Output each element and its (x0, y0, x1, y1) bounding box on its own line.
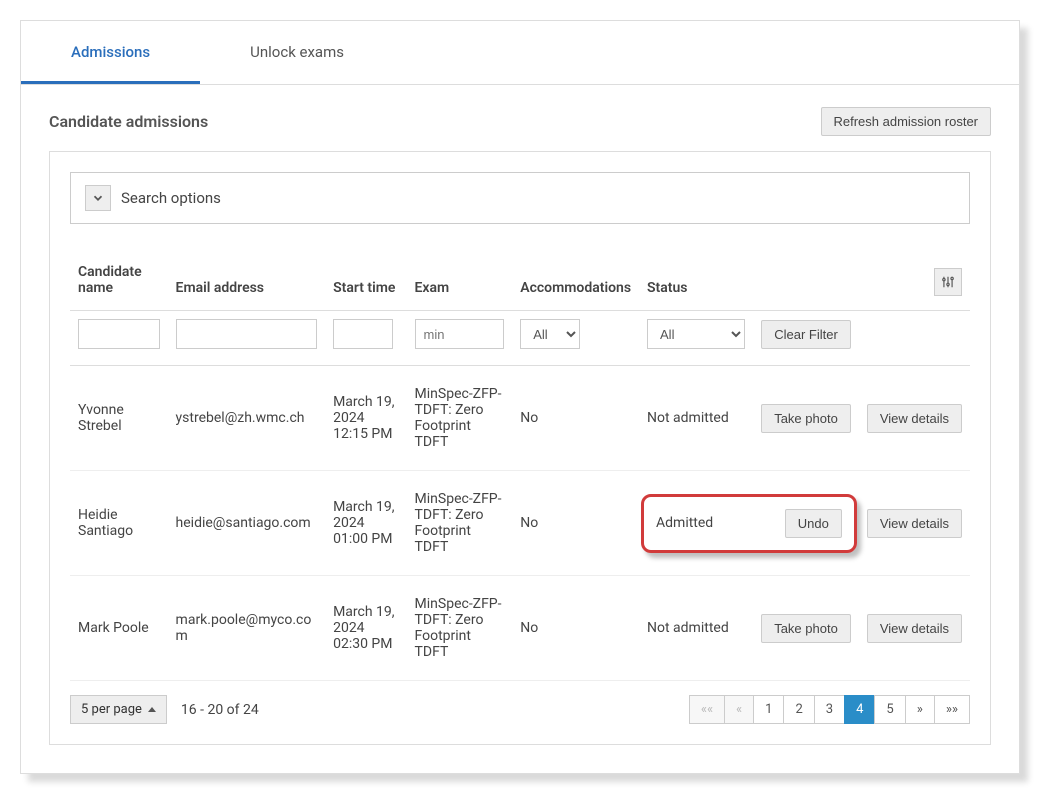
cell-email: ystrebel@zh.wmc.ch (168, 366, 326, 471)
filter-start-input[interactable] (333, 319, 393, 349)
cell-accom: No (512, 366, 639, 471)
filter-name-input[interactable] (78, 319, 160, 349)
section-title: Candidate admissions (49, 112, 208, 131)
cell-exam: MinSpec-ZFP-TDFT: Zero Footprint TDFT (407, 471, 513, 576)
view-details-button[interactable]: View details (867, 404, 962, 433)
cell-action: Take photo (753, 366, 859, 471)
page-next[interactable]: » (905, 695, 935, 724)
header-status[interactable]: Status (639, 254, 753, 311)
cell-email: heidie@santiago.com (168, 471, 326, 576)
chevron-down-icon (91, 191, 105, 205)
cell-name: Yvonne Strebel (70, 366, 168, 471)
page-5[interactable]: 5 (874, 695, 905, 724)
table-row: Yvonne Strebelystrebel@zh.wmc.chMarch 19… (70, 366, 970, 471)
admissions-panel: Admissions Unlock exams Candidate admiss… (20, 20, 1020, 774)
caret-up-icon (148, 707, 156, 712)
cell-email: mark.poole@myco.com (168, 576, 326, 681)
view-details-button[interactable]: View details (867, 509, 962, 538)
page-3[interactable]: 3 (814, 695, 845, 724)
clear-filter-button[interactable]: Clear Filter (761, 320, 851, 349)
tab-admissions[interactable]: Admissions (21, 21, 200, 84)
cell-name: Heidie Santiago (70, 471, 168, 576)
cell-status: Not admitted (639, 366, 753, 471)
cell-accom: No (512, 576, 639, 681)
cell-status-highlighted: Admitted Undo (639, 471, 859, 576)
cell-action: View details (859, 576, 970, 681)
take-photo-button[interactable]: Take photo (761, 404, 851, 433)
filter-row: All All Clear Filter (70, 311, 970, 366)
view-details-button[interactable]: View details (867, 614, 962, 643)
header-start[interactable]: Start time (325, 254, 406, 311)
undo-button[interactable]: Undo (785, 509, 842, 538)
status-text: Admitted (656, 515, 713, 531)
page-1[interactable]: 1 (753, 695, 784, 724)
cell-exam: MinSpec-ZFP-TDFT: Zero Footprint TDFT (407, 576, 513, 681)
cell-start: March 19, 2024 02:30 PM (325, 576, 406, 681)
cell-accom: No (512, 471, 639, 576)
filter-email-input[interactable] (176, 319, 318, 349)
table-row: Heidie Santiagoheidie@santiago.comMarch … (70, 471, 970, 576)
header-accom[interactable]: Accommodations (512, 254, 639, 311)
cell-start: March 19, 2024 12:15 PM (325, 366, 406, 471)
admissions-table: Candidate name Email address Start time … (70, 254, 970, 681)
take-photo-button[interactable]: Take photo (761, 614, 851, 643)
page-prev: « (724, 695, 754, 724)
table-row: Mark Poolemark.poole@myco.comMarch 19, 2… (70, 576, 970, 681)
page-2[interactable]: 2 (783, 695, 814, 724)
page-last[interactable]: »» (934, 695, 970, 724)
filter-accom-select[interactable]: All (520, 319, 580, 349)
pagination: «««12345»»» (690, 695, 970, 724)
search-options-toggle[interactable] (85, 185, 111, 211)
cell-action: View details (859, 471, 970, 576)
filter-exam-input[interactable] (415, 319, 505, 349)
per-page-dropdown[interactable]: 5 per page (70, 695, 167, 724)
cell-action: Take photo (753, 576, 859, 681)
page-first: «« (689, 695, 725, 724)
range-text: 16 - 20 of 24 (181, 702, 259, 718)
header-email[interactable]: Email address (168, 254, 326, 311)
section-header: Candidate admissions Refresh admission r… (21, 85, 1019, 151)
table-footer: 5 per page 16 - 20 of 24 «««12345»»» (70, 687, 970, 724)
tabs-bar: Admissions Unlock exams (21, 21, 1019, 85)
tab-unlock-exams[interactable]: Unlock exams (200, 21, 394, 84)
cell-status: Not admitted (639, 576, 753, 681)
filter-status-select[interactable]: All (647, 319, 745, 349)
sliders-icon (941, 275, 955, 289)
status-highlight-box: Admitted Undo (641, 494, 857, 553)
search-options-panel: Search options (70, 172, 970, 224)
cell-name: Mark Poole (70, 576, 168, 681)
page-4[interactable]: 4 (844, 695, 875, 724)
per-page-label: 5 per page (81, 702, 142, 717)
header-name[interactable]: Candidate name (70, 254, 168, 311)
content-inner: Search options Candidate name Email addr… (49, 151, 991, 745)
refresh-roster-button[interactable]: Refresh admission roster (821, 107, 992, 136)
search-options-label: Search options (121, 189, 221, 207)
cell-start: March 19, 2024 01:00 PM (325, 471, 406, 576)
cell-action: View details (859, 366, 970, 471)
cell-exam: MinSpec-ZFP-TDFT: Zero Footprint TDFT (407, 366, 513, 471)
header-exam[interactable]: Exam (407, 254, 513, 311)
table-settings-button[interactable] (934, 268, 962, 296)
